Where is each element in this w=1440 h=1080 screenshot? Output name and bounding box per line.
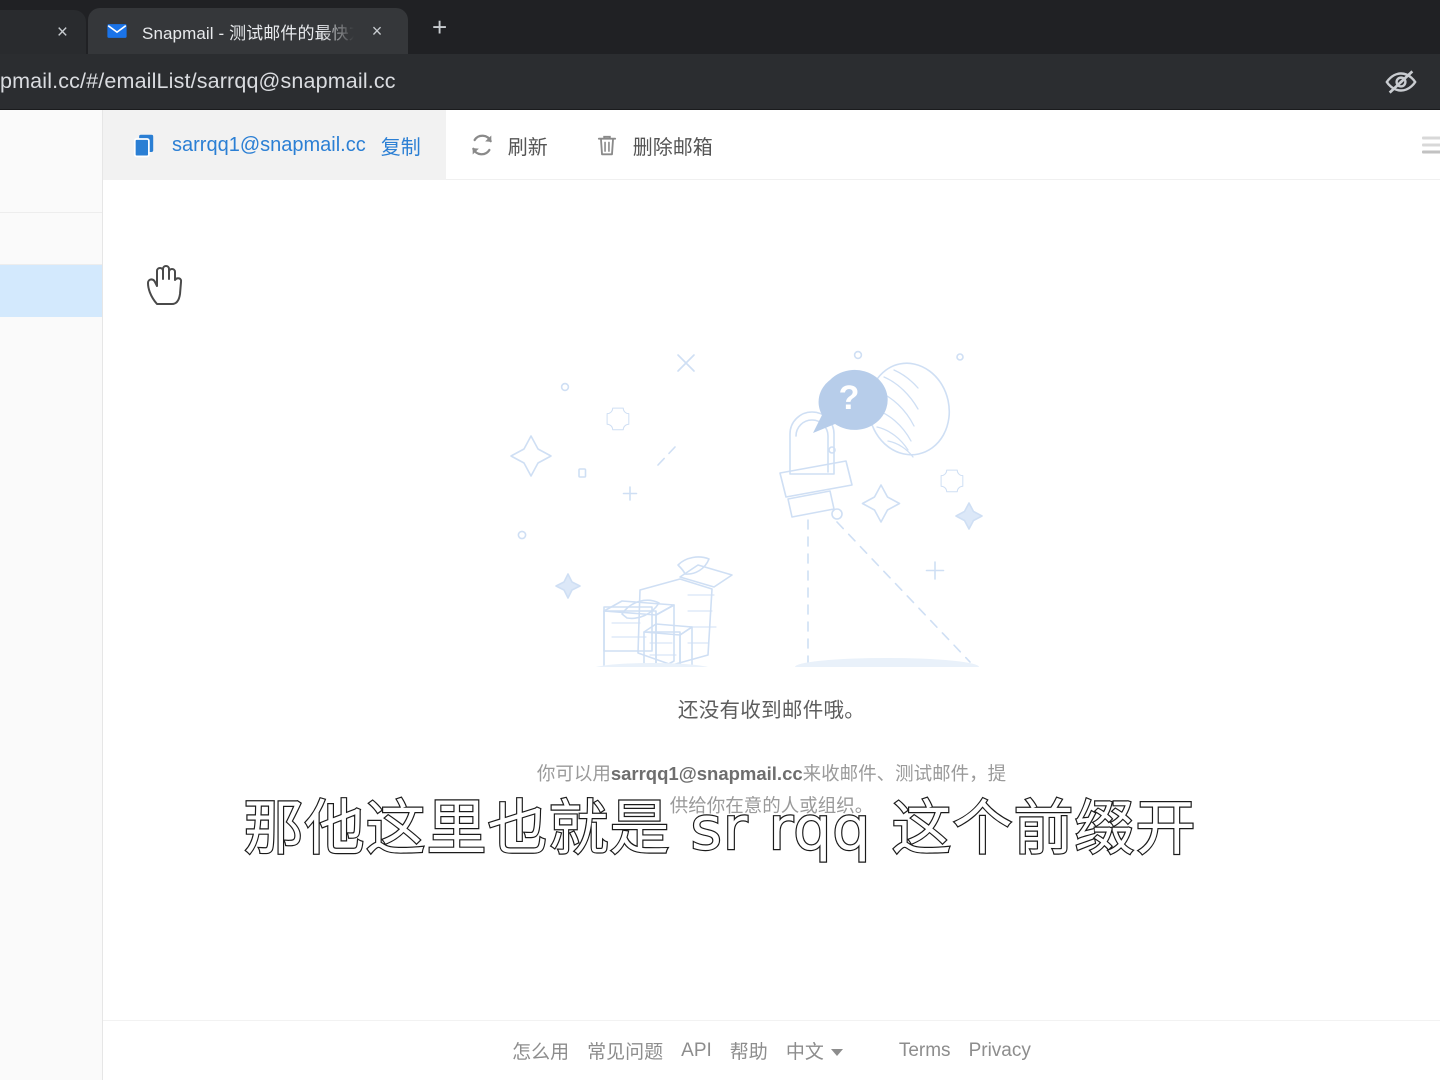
- browser-tab-title: Snapmail - 测试邮件的最快方法: [142, 23, 354, 43]
- empty-state: ? 还没有收到邮件哦。 你可以用sarrqq1@snapmail.cc来收邮件、…: [103, 180, 1440, 1080]
- delete-mailbox-label: 删除邮箱: [632, 136, 713, 159]
- footer-language-selector[interactable]: 中文: [777, 1037, 852, 1064]
- list-item[interactable]: [0, 213, 102, 265]
- footer-link-how-to-use[interactable]: 怎么用: [503, 1037, 578, 1064]
- desc-prefix: 你可以用: [536, 763, 611, 784]
- list-item-selected[interactable]: [0, 265, 102, 317]
- delete-mailbox-button[interactable]: 删除邮箱: [571, 110, 736, 180]
- hand-cursor: [147, 265, 183, 305]
- browser-tab-partial[interactable]: ×: [0, 10, 86, 54]
- mail-list-sidebar[interactable]: [0, 110, 103, 1080]
- desc-address: sarrqq1@snapmail.cc: [610, 763, 803, 784]
- footer-link-terms[interactable]: Terms: [890, 1040, 960, 1062]
- refresh-label: 刷新: [507, 136, 548, 159]
- footer-link-help[interactable]: 帮助: [721, 1037, 777, 1064]
- list-item[interactable]: [0, 161, 102, 213]
- chevron-down-icon: [830, 1049, 843, 1056]
- omnibox[interactable]: pmail.cc/#/emailList/sarrqq@snapmail.cc: [0, 54, 1440, 110]
- page-body: sarrqq1@snapmail.cc 复制 刷新 删除邮箱 ? 还没有收到邮件…: [0, 110, 1440, 1080]
- footer-link-faq[interactable]: 常见问题: [578, 1037, 672, 1064]
- hamburger-menu-icon[interactable]: [1422, 132, 1440, 157]
- svg-text:?: ?: [838, 379, 859, 417]
- copy-action-label: 复制: [380, 136, 421, 159]
- footer-link-privacy[interactable]: Privacy: [960, 1040, 1040, 1062]
- new-tab-button[interactable]: +: [432, 14, 447, 40]
- sidebar-empty-area: [0, 369, 102, 989]
- list-item[interactable]: [0, 317, 102, 369]
- tab-strip: × Snapmail - 测试邮件的最快方法 × +: [0, 0, 1440, 54]
- browser-tab-snapmail[interactable]: Snapmail - 测试邮件的最快方法 ×: [88, 8, 408, 54]
- envelope-icon: [107, 24, 127, 38]
- trash-icon: [597, 135, 616, 156]
- empty-state-title: 还没有收到邮件哦。: [677, 699, 866, 722]
- empty-state-description: 你可以用sarrqq1@snapmail.cc来收邮件、测试邮件，提 供给你在意…: [537, 758, 1006, 823]
- browser-chrome: × Snapmail - 测试邮件的最快方法 × + pmail.cc/#/em…: [0, 0, 1440, 110]
- eye-slash-icon[interactable]: [1384, 65, 1418, 99]
- copy-address-button[interactable]: sarrqq1@snapmail.cc 复制: [103, 110, 446, 180]
- refresh-icon: [471, 134, 492, 156]
- spotlight-searching-illustration: ?: [509, 350, 983, 667]
- copy-address-text: sarrqq1@snapmail.cc: [172, 133, 366, 156]
- page-footer: 怎么用 常见问题 API 帮助 中文 Terms Privacy: [103, 1020, 1440, 1080]
- desc-line2: 供给你在意的人或组织。: [669, 795, 874, 817]
- tab-close-icon[interactable]: ×: [366, 22, 388, 40]
- footer-language-label: 中文: [785, 1042, 824, 1063]
- desc-suffix: 来收邮件、测试邮件，提: [802, 763, 1007, 784]
- copy-icon: [133, 134, 154, 158]
- mailbox-toolbar: sarrqq1@snapmail.cc 复制 刷新 删除邮箱: [103, 110, 1440, 180]
- close-icon[interactable]: ×: [57, 23, 68, 42]
- footer-link-api[interactable]: API: [672, 1040, 721, 1062]
- refresh-button[interactable]: 刷新: [446, 110, 571, 180]
- omnibox-url-text[interactable]: pmail.cc/#/emailList/sarrqq@snapmail.cc: [0, 69, 1384, 94]
- main-panel: sarrqq1@snapmail.cc 复制 刷新 删除邮箱 ? 还没有收到邮件…: [103, 110, 1440, 1080]
